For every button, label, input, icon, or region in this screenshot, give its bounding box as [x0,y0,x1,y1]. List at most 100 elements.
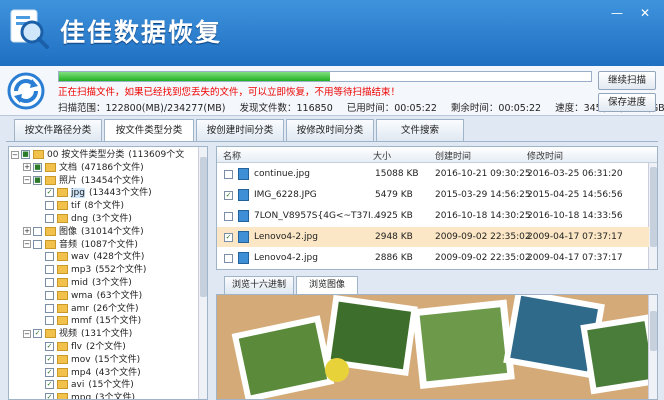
tree-item[interactable]: ✓ jpg (13443个文件) [35,187,152,200]
save-progress-button[interactable]: 保存进度 [598,93,656,112]
tree-checkbox[interactable]: ✓ [45,393,54,399]
row-checkbox[interactable] [224,212,233,221]
folder-icon [57,367,68,377]
tree-checkbox[interactable] [45,316,54,326]
collapse-icon[interactable]: − [11,150,19,159]
tree-item-count: (31014个文件) [81,226,144,237]
tree-checkbox[interactable] [45,303,54,313]
file-list-scroll-thumb[interactable] [650,167,657,247]
tab-by-path[interactable]: 按文件路径分类 [14,119,102,141]
tree-checkbox[interactable] [33,226,42,236]
tree-checkbox[interactable]: ✓ [45,367,54,377]
row-checkbox[interactable]: ✓ [224,191,233,200]
tree-checkbox[interactable]: ✓ [45,354,54,364]
close-button[interactable]: ✕ [632,4,658,22]
col-modified[interactable]: 修改时间 [527,149,563,162]
row-checkbox[interactable] [224,254,233,263]
tab-image-view[interactable]: 浏览图像 [296,276,358,294]
image-file-icon [238,231,249,243]
continue-scan-button[interactable]: 继续扫描 [598,71,656,90]
col-created[interactable]: 创建时间 [435,149,471,162]
col-name[interactable]: 名称 [223,149,241,162]
tree-item-count: (131个文件) [81,329,133,340]
tab-by-type[interactable]: 按文件类型分类 [104,119,194,142]
tree-item[interactable]: wma (63个文件) [35,290,142,303]
file-name: continue.jpg [254,169,310,179]
tree-item-label: jpg [71,188,85,199]
tree-item-label: flv [71,342,82,352]
folder-icon [57,201,68,211]
tab-hex-view[interactable]: 浏览十六进制 [224,276,294,294]
file-list-scrollbar[interactable] [648,163,657,269]
row-checkbox[interactable]: ✓ [224,233,233,242]
table-row[interactable]: continue.jpg 15088 KB 2016-10-21 09:30:25 2… [217,164,649,184]
tree-item[interactable]: − ■ 照片 (13454个文件) [23,175,144,188]
tree-item-count: (13454个文件) [81,175,144,186]
minimize-button[interactable]: — [604,4,630,22]
preview-scrollbar[interactable] [648,295,657,399]
tree-checkbox[interactable] [45,201,54,211]
col-size[interactable]: 大小 [373,149,391,162]
tree-item[interactable]: − ■ 00 按文件类型分类 (113609个文 [11,149,184,162]
tree-item[interactable]: − 音频 (1087个文件) [23,239,138,252]
image-file-icon [238,252,249,264]
folder-icon [33,150,44,159]
tree-item[interactable]: mid (3个文件) [35,277,132,290]
tree-item[interactable]: ✓ mpg (3个文件) [35,392,135,399]
file-created: 2016-10-21 09:30:25 [435,169,531,179]
collapse-icon[interactable]: − [23,240,31,249]
tree-item-count: (26个文件) [92,303,139,314]
tree-scroll-thumb[interactable] [200,157,207,297]
tree-checkbox[interactable] [45,252,54,262]
tree-checkbox[interactable]: ■ [33,162,42,172]
tree-checkbox[interactable] [33,239,42,249]
collapse-icon[interactable]: − [23,329,31,338]
tree-item[interactable]: amr (26个文件) [35,303,138,316]
tree-checkbox[interactable] [45,290,54,300]
tree-item-count: (8个文件) [84,201,124,212]
app-window: 佳佳数据恢复 — ✕ 正在扫描文件，如果已经找到您丢失的文件，可以立即恢复，不用… [0,0,664,400]
tree-checkbox[interactable]: ■ [21,150,30,159]
tree-item[interactable]: ✓ mp4 (43个文件) [35,367,141,380]
file-modified: 2016-10-18 14:33:56 [527,211,623,221]
tree-item[interactable]: + 图像 (31014个文件) [23,226,144,239]
tree-scrollbar[interactable] [198,147,207,399]
tree-item[interactable]: ✓ avi (15个文件) [35,379,134,392]
tree-item-label: avi [71,380,85,391]
tree-checkbox[interactable]: ■ [33,175,42,185]
tree-checkbox[interactable]: ✓ [45,188,54,198]
tree-item[interactable]: wav (428个文件) [35,251,144,264]
tree-item-label: 图像 [59,226,78,237]
tree-item[interactable]: mmf (15个文件) [35,315,141,328]
table-row[interactable]: ✓ IMG_6228.JPG 5479 KB 2015-03-29 14:56:25 2… [217,185,649,205]
tree-item[interactable]: tif (8个文件) [35,200,124,213]
table-row[interactable]: ✓ Lenovo4-2.jpg 2948 KB 2009-09-02 22:35:02… [217,227,649,247]
folder-icon [45,226,56,236]
tree-checkbox[interactable] [45,265,54,275]
row-checkbox[interactable] [224,170,233,179]
tab-by-modified[interactable]: 按修改时间分类 [286,119,374,141]
table-row[interactable]: 7LON_V8957S{4G<~T37I... 4925 KB 2016-10-18… [217,206,649,226]
tree-item-count: (428个文件) [93,252,145,263]
tab-by-created[interactable]: 按创建时间分类 [196,119,284,141]
tree-checkbox[interactable]: ✓ [45,380,54,390]
collapse-icon[interactable]: − [23,176,31,185]
expand-icon[interactable]: + [23,163,31,172]
tree-item[interactable]: ✓ mov (15个文件) [35,354,140,367]
expand-icon[interactable]: + [23,227,31,236]
tree-item[interactable]: + ■ 文档 (47186个文件) [23,162,144,175]
file-name: 7LON_V8957S{4G<~T37I... [254,211,380,221]
preview-scroll-thumb[interactable] [650,311,657,351]
tree-item[interactable]: ✓ flv (2个文件) [35,341,126,354]
folder-icon [57,393,68,399]
scan-progress-fill [59,72,331,81]
tree-checkbox[interactable]: ✓ [45,342,54,351]
tree-item[interactable]: − ✓ 视频 (131个文件) [23,328,132,341]
tree-item[interactable]: dng (3个文件) [35,213,132,226]
tree-checkbox[interactable] [45,214,54,223]
table-row[interactable]: Lenovo4-2.jpg 2886 KB 2009-09-02 22:35:02 2… [217,248,649,268]
tab-file-search[interactable]: 文件搜索 [376,119,464,141]
tree-checkbox[interactable]: ✓ [33,329,42,339]
tree-checkbox[interactable] [45,278,54,287]
tree-item[interactable]: mp3 (552个文件) [35,264,146,277]
